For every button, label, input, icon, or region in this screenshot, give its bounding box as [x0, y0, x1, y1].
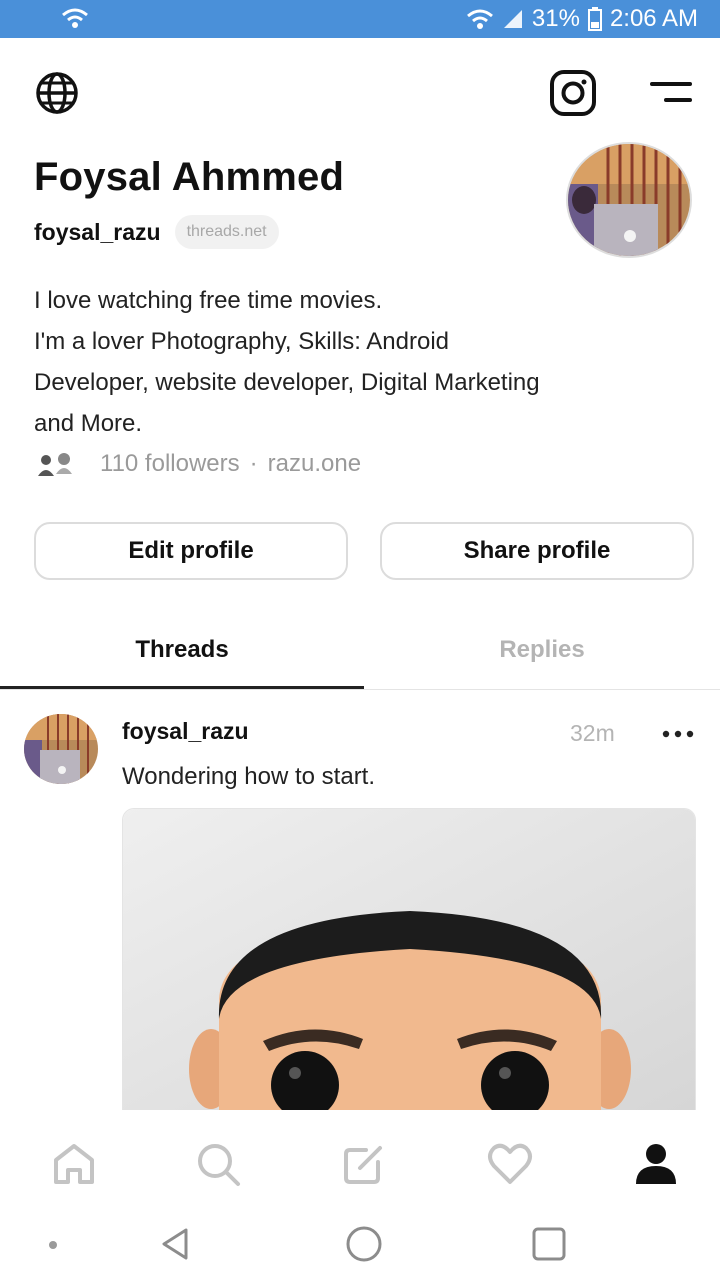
profile-link[interactable]: razu.one — [268, 450, 361, 478]
menu-icon[interactable] — [646, 78, 694, 108]
wifi-icon — [466, 9, 493, 29]
clock: 2:06 AM — [609, 5, 698, 32]
handle-row: foysal_razu threads.net — [34, 215, 279, 249]
share-profile-button[interactable]: Share profile — [380, 522, 694, 580]
followers-row: 110 followers · razu.one — [34, 450, 361, 478]
profile-handle: foysal_razu — [34, 218, 161, 245]
wifi-hotspot-icon — [62, 8, 88, 28]
top-bar — [0, 38, 720, 138]
tab-replies[interactable]: Replies — [364, 610, 720, 690]
tab-threads[interactable]: Threads — [0, 610, 364, 690]
profile-name: Foysal Ahmmed — [34, 155, 345, 199]
home-icon[interactable] — [48, 1138, 100, 1190]
compose-icon[interactable] — [338, 1138, 390, 1190]
battery-percent: 31% — [531, 5, 580, 32]
post-text: Wondering how to start. — [122, 763, 376, 790]
more-options-icon[interactable] — [660, 724, 696, 744]
heart-icon[interactable] — [484, 1138, 536, 1190]
followers-count[interactable]: 110 followers — [100, 450, 240, 478]
instagram-icon[interactable] — [548, 68, 598, 118]
edit-profile-button[interactable]: Edit profile — [34, 522, 348, 580]
signal-icon — [503, 10, 522, 28]
bio-line: I love watching free time movies. — [34, 287, 383, 314]
active-tab-indicator — [0, 686, 364, 689]
post-avatar[interactable] — [24, 714, 98, 784]
search-icon[interactable] — [192, 1138, 244, 1190]
profile-icon[interactable] — [630, 1138, 682, 1190]
bio-line: I'm a lover Photography, Skills: Android — [34, 328, 450, 355]
profile-avatar[interactable] — [566, 142, 692, 258]
recents-icon[interactable] — [530, 1225, 568, 1263]
system-navigation — [0, 1210, 720, 1280]
bottom-navigation — [0, 1110, 720, 1210]
bio-line: and More. — [34, 410, 143, 437]
battery-icon — [587, 7, 602, 31]
home-circle-icon[interactable] — [344, 1224, 384, 1264]
status-bar: 31% 2:06 AM — [0, 0, 720, 38]
post-username[interactable]: foysal_razu — [122, 718, 249, 745]
post-timestamp: 32m — [570, 720, 615, 746]
post-image[interactable] — [122, 808, 696, 1110]
back-icon[interactable] — [158, 1226, 194, 1262]
bio-line: Developer, website developer, Digital Ma… — [34, 369, 540, 396]
follower-avatars-icon[interactable] — [34, 450, 90, 478]
globe-icon[interactable] — [34, 70, 80, 116]
domain-chip[interactable]: threads.net — [174, 215, 279, 249]
dot-icon — [49, 1241, 57, 1249]
profile-bio: I love watching free time movies. I'm a … — [34, 280, 694, 444]
separator-dot: · — [249, 450, 258, 477]
profile-tabs: Threads Replies — [0, 610, 720, 690]
